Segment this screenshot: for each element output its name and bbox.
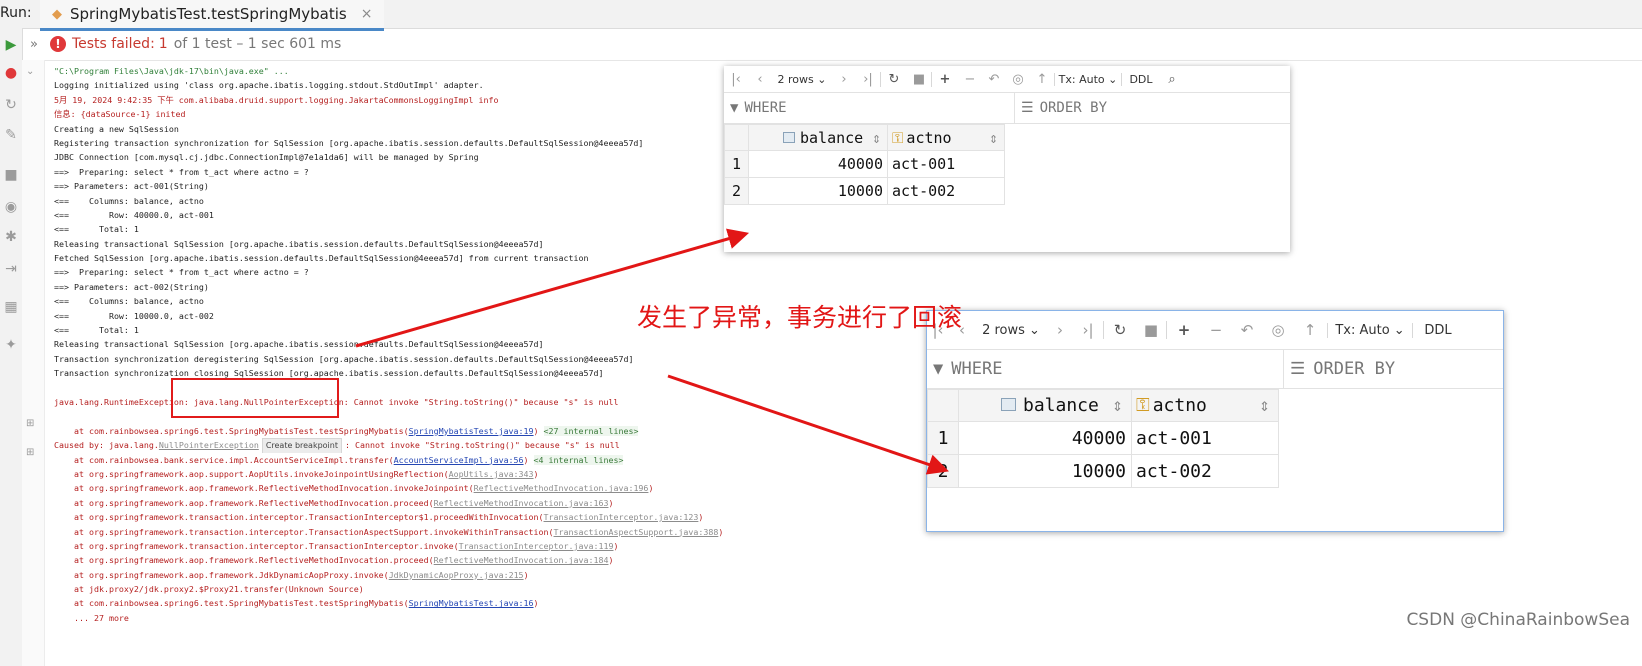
watermark: CSDN @ChinaRainbowSea bbox=[1406, 610, 1630, 630]
arrow-to-bottom-result bbox=[667, 374, 949, 475]
rollback-annotation: 发生了异常，事务进行了回滚 bbox=[637, 303, 963, 332]
